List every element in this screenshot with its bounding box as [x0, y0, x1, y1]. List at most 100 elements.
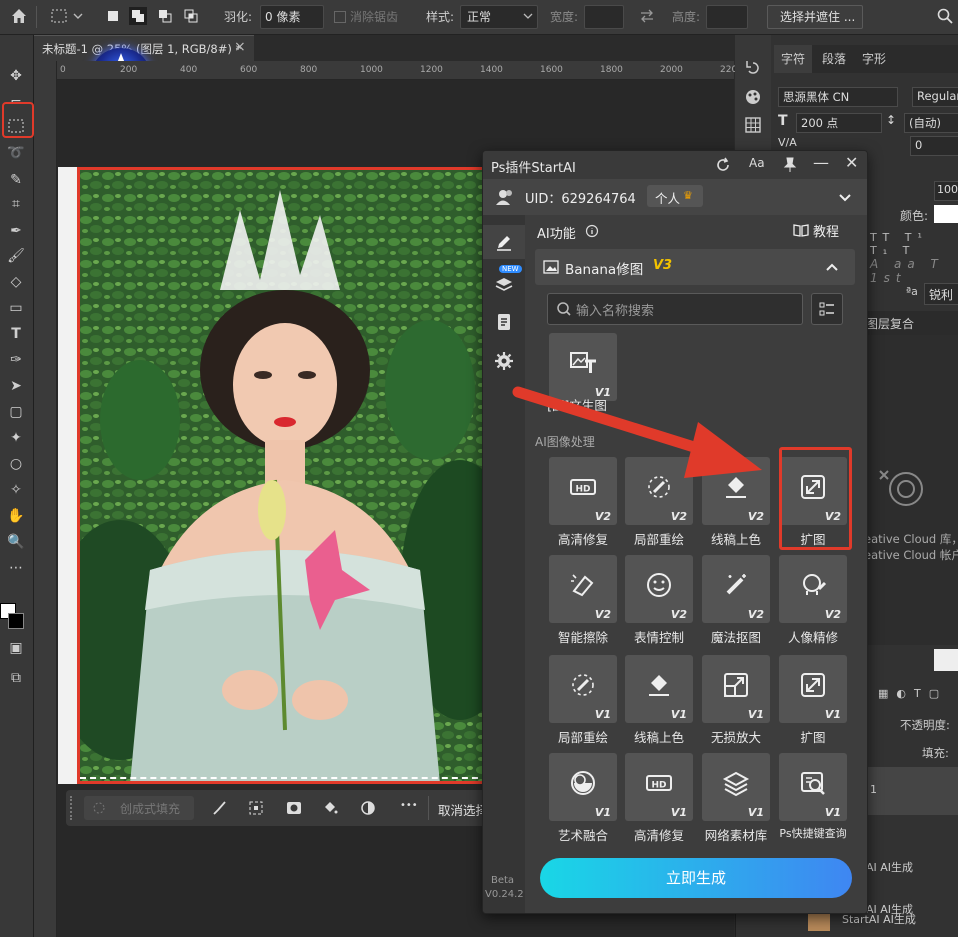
antialias-checkbox[interactable]	[334, 11, 346, 23]
eyedropper-tool-icon[interactable]: ✒	[4, 220, 28, 242]
layer-filter-icons[interactable]: ▦◐T▢	[878, 687, 947, 700]
deselect-button[interactable]: 取消选择	[438, 800, 488, 819]
tab-character[interactable]: 字符	[774, 45, 812, 73]
mask-icon[interactable]	[286, 800, 302, 816]
move-tool-icon[interactable]: ✥	[4, 65, 28, 87]
layer-filter-swatch[interactable]	[934, 649, 958, 671]
intersect-selection-icon[interactable]	[182, 7, 200, 25]
generate-button[interactable]: 立即生成	[540, 858, 852, 898]
scale-input[interactable]: 100°	[934, 181, 958, 201]
gear-icon[interactable]	[494, 351, 514, 371]
plugin-title-bar[interactable]: Ps插件StartAI Aa — ✕	[483, 151, 867, 179]
feature-card[interactable]: HD V1	[625, 753, 693, 821]
font-family-select[interactable]: 思源黑体 CN	[778, 87, 898, 107]
ruler-label: 1400	[480, 65, 503, 75]
generative-fill-button[interactable]: 创成式填充	[84, 796, 194, 820]
layer-comps-tab[interactable]: 图层复合	[864, 311, 958, 335]
crop-tool-icon[interactable]: ⌗	[4, 193, 28, 215]
quick-mask-icon[interactable]: ▣	[4, 637, 28, 659]
feature-card[interactable]: V2	[702, 555, 770, 623]
feature-card[interactable]: V2	[779, 555, 847, 623]
layer-row[interactable]: AI AI生成	[864, 847, 958, 887]
document-icon[interactable]	[494, 312, 514, 332]
quick-select-tool-icon[interactable]: ✎	[4, 169, 28, 191]
paint-tool-icon[interactable]: ✦	[4, 427, 28, 449]
layer-row-selected[interactable]: 1	[864, 767, 958, 815]
sidebar-item-ai-functions[interactable]	[483, 225, 525, 259]
feature-card[interactable]: V1	[702, 655, 770, 723]
subtract-selection-icon[interactable]	[156, 7, 174, 25]
history-icon[interactable]	[743, 57, 763, 77]
close-tab-icon[interactable]: ×	[234, 39, 246, 55]
chevron-down-icon[interactable]	[837, 189, 853, 205]
grid-table-icon[interactable]	[743, 115, 763, 135]
font-size-input[interactable]: 200 点	[796, 113, 882, 133]
feature-card[interactable]: V1	[549, 655, 617, 723]
type-tool-icon[interactable]: T	[4, 323, 28, 345]
drag-handle[interactable]	[70, 796, 75, 820]
ellipse-tool-icon[interactable]: ○	[4, 453, 28, 475]
feature-card[interactable]: V1	[779, 655, 847, 723]
marquee-rect-icon[interactable]	[50, 7, 68, 25]
more-options-icon[interactable]: •••	[400, 800, 418, 811]
add-selection-icon[interactable]	[129, 7, 147, 25]
background-color-swatch[interactable]	[8, 613, 24, 629]
rectangle-tool-icon[interactable]: ▢	[4, 401, 28, 423]
image-text-icon	[570, 352, 596, 373]
zoom-tool-icon[interactable]: 🔍	[4, 531, 28, 553]
close-icon[interactable]: ✕	[845, 153, 858, 172]
chevron-down-icon[interactable]	[72, 7, 84, 25]
color-palette-icon[interactable]	[743, 87, 763, 107]
minimize-icon[interactable]: —	[813, 153, 829, 172]
tutorial-link[interactable]: 教程	[793, 221, 863, 240]
opentype-buttons[interactable]: A aa T 1st	[870, 257, 958, 285]
pin-icon[interactable]	[783, 157, 797, 173]
path-select-tool-icon[interactable]: ➤	[4, 375, 28, 397]
leading-input[interactable]: (自动)	[904, 113, 958, 133]
search-input[interactable]: 输入名称搜索	[547, 293, 803, 325]
brush-icon[interactable]	[212, 800, 228, 816]
hand-tool-icon[interactable]: ✋	[4, 505, 28, 527]
select-and-mask-button[interactable]: 选择并遮住 ...	[767, 5, 863, 29]
sidebar-item-layers[interactable]: NEW	[483, 265, 525, 299]
account-type-badge[interactable]: 个人 ♛	[647, 185, 703, 207]
text-color-swatch[interactable]	[934, 205, 958, 223]
feature-card[interactable]: V2	[625, 555, 693, 623]
width-input[interactable]	[584, 5, 624, 29]
info-icon[interactable]	[585, 224, 599, 238]
refresh-icon[interactable]	[715, 157, 731, 173]
tab-paragraph[interactable]: 段落	[822, 45, 846, 73]
tab-glyphs[interactable]: 字形	[862, 45, 886, 73]
font-style-select[interactable]: Regular	[912, 87, 958, 107]
adjustment-icon[interactable]	[360, 800, 376, 816]
feature-card[interactable]: V1	[625, 655, 693, 723]
gradient-tool-icon[interactable]: ▭	[4, 297, 28, 319]
swap-arrows-icon[interactable]	[638, 7, 656, 25]
more-tools-icon[interactable]: ⋯	[4, 557, 28, 579]
home-icon[interactable]	[10, 7, 28, 25]
feather-input[interactable]: 0 像素	[260, 5, 324, 29]
feature-card[interactable]: V1	[549, 753, 617, 821]
search-icon[interactable]	[936, 7, 954, 25]
feature-card[interactable]: V2	[549, 555, 617, 623]
new-selection-icon[interactable]	[104, 7, 122, 25]
style-select[interactable]: 正常	[460, 5, 538, 29]
color-label: 颜色:	[900, 209, 929, 223]
tracking-input[interactable]: 0	[910, 136, 958, 156]
shape-tool-icon[interactable]: ✧	[4, 479, 28, 501]
feature-card[interactable]: V1	[779, 753, 847, 821]
lasso-tool-icon[interactable]: ➰	[4, 142, 28, 164]
eraser-tool-icon[interactable]: ◇	[4, 271, 28, 293]
fill-bucket-icon[interactable]	[322, 800, 338, 816]
font-size-icon[interactable]: Aa	[749, 156, 765, 170]
pen-tool-icon[interactable]: ✑	[4, 349, 28, 371]
height-input[interactable]	[706, 5, 748, 29]
text-style-buttons[interactable]: TT T¹ T₁ T	[870, 231, 958, 257]
list-view-button[interactable]	[811, 293, 843, 325]
brush-tool-icon[interactable]: 🖌	[4, 245, 28, 267]
feature-card[interactable]: V1	[702, 753, 770, 821]
transform-icon[interactable]	[248, 800, 264, 816]
antialias-select[interactable]: 锐利	[924, 283, 958, 305]
banana-section-header[interactable]: Banana修图 V3	[535, 249, 855, 285]
screen-mode-icon[interactable]: ⧉	[4, 667, 28, 689]
